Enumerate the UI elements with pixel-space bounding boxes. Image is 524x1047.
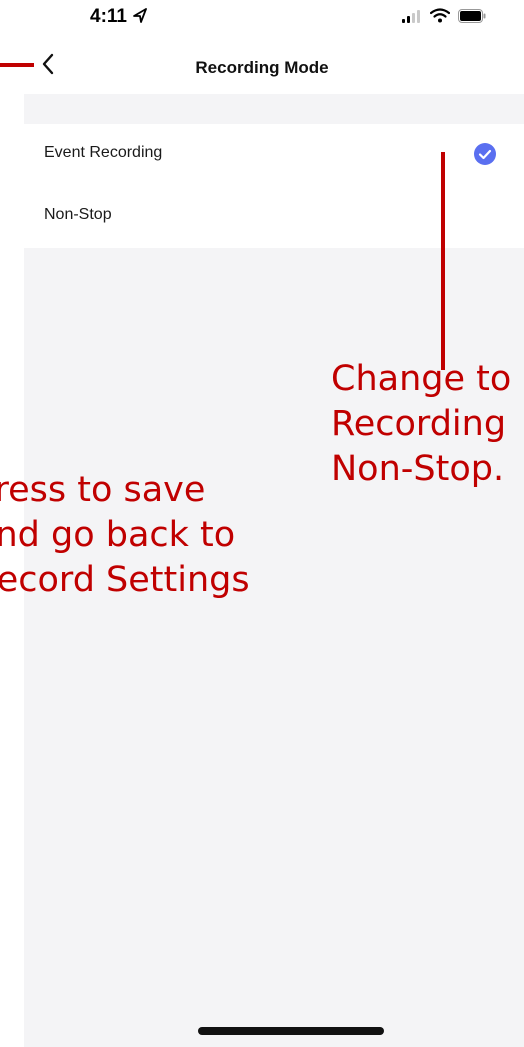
- status-bar: 4:11: [0, 0, 524, 34]
- option-non-stop[interactable]: Non-Stop: [24, 186, 524, 248]
- checkmark-selected-icon: [474, 143, 496, 165]
- annotation-pointer-line: [0, 63, 34, 67]
- home-indicator[interactable]: [198, 1027, 384, 1035]
- location-arrow-icon: [133, 7, 147, 28]
- recording-mode-list: Event Recording Non-Stop: [24, 124, 524, 248]
- screen: 4:11 Recording Mode Event Recording Non-…: [0, 0, 524, 1047]
- option-event-recording[interactable]: Event Recording: [24, 124, 524, 186]
- cellular-signal-icon: [402, 9, 422, 28]
- annotation-change-note: Change to Recording Non-Stop.: [331, 359, 512, 489]
- annotation-save-note: Press to save and go back to Record Sett…: [0, 470, 250, 600]
- status-time: 4:11: [90, 6, 127, 27]
- option-label: Event Recording: [44, 144, 163, 161]
- option-label: Non-Stop: [44, 206, 112, 223]
- annotation-pointer-line: [441, 152, 445, 370]
- page-title: Recording Mode: [195, 58, 329, 77]
- status-icons: [402, 8, 486, 28]
- navigation-bar: Recording Mode: [0, 44, 524, 94]
- battery-icon: [458, 8, 486, 28]
- wifi-icon: [429, 8, 451, 28]
